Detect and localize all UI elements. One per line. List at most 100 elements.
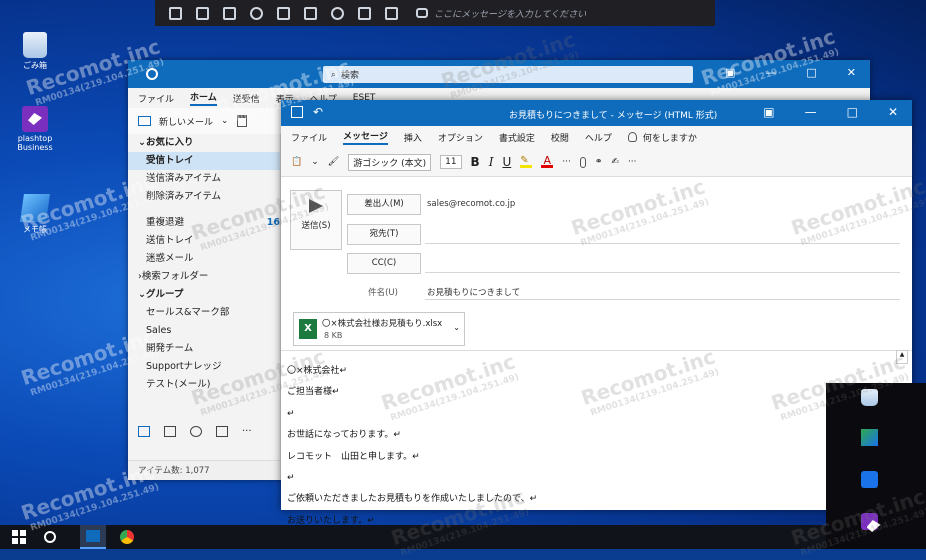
settings-icon[interactable] [385,6,398,20]
local-app[interactable] [844,471,894,490]
search-icon[interactable] [44,531,56,543]
message-body[interactable]: 〇×株式会社↵ ご担当者様↵ ↵ お世話になっております。↵ レコモット 山田と… [287,361,537,532]
record-icon[interactable] [331,6,344,20]
tab-format[interactable]: 書式設定 [499,131,535,144]
maximize-icon[interactable]: □ [806,66,816,79]
fullscreen-icon[interactable] [277,6,290,20]
more-format-icon[interactable]: ··· [562,157,571,167]
folder-junk[interactable]: 迷惑メール [128,250,280,268]
ribbon-display-icon[interactable]: ▣ [763,105,774,119]
body-line: ↵ [287,473,295,484]
tell-me-search[interactable]: 何をしますか [643,131,697,144]
more-icon[interactable]: ··· [242,426,252,437]
format-painter-icon[interactable]: 🖌 [328,157,339,167]
new-mail-button[interactable]: 新しいメール [159,115,213,128]
ribbon-display-icon[interactable]: ▣ [725,66,735,79]
tab-message[interactable]: メッセージ [343,129,388,145]
underline-icon[interactable]: U [502,155,511,169]
link-icon[interactable]: ⚭ [595,157,603,167]
local-recycle-bin[interactable] [844,389,894,408]
tab-review[interactable]: 校閲 [551,131,569,144]
tab-home[interactable]: ホーム [190,90,217,106]
desktop-icon-notepad[interactable]: メモ帳 [5,194,65,235]
folder-outbox[interactable]: 送信トレイ [128,232,280,250]
maximize-icon[interactable]: □ [847,105,858,119]
status-bar: アイテム数: 1,077 [128,460,280,480]
italic-icon[interactable]: I [489,155,494,169]
folder-deleted[interactable]: 削除済みアイテム [128,188,280,206]
tab-file[interactable]: ファイル [291,131,327,144]
send-button[interactable]: 送信(S) [290,190,342,250]
tab-send-receive[interactable]: 送受信 [233,92,260,105]
display-icon[interactable] [223,6,236,20]
search-icon: ⌕ [331,69,337,80]
group-item[interactable]: セールス&マーク部 [128,304,280,322]
paste-icon[interactable]: 📋 [291,157,302,167]
font-size-select[interactable]: 11 [440,155,462,169]
minimize-icon[interactable]: — [805,105,817,119]
cc-input[interactable] [425,272,900,273]
desktop-icon-splashtop[interactable]: plashtop Business [5,106,65,152]
group-item[interactable]: テスト(メール) [128,376,280,394]
file-transfer-icon[interactable] [358,6,371,20]
attachment-chip[interactable]: X 〇×株式会社様お見積もり.xlsx 8 KB ⌄ [293,312,465,346]
cc-button[interactable]: CC(C) [347,253,421,274]
more-icon[interactable]: ··· [628,157,637,167]
group-item[interactable]: Supportナレッジ [128,358,280,376]
tab-help[interactable]: ヘルプ [585,131,612,144]
switch-screen-icon[interactable] [196,6,209,20]
view-icon[interactable] [250,6,263,20]
windows-start-icon[interactable] [12,530,26,544]
send-receive-icon[interactable] [146,68,158,80]
groups-header[interactable]: ⌄グループ [128,286,280,304]
chevron-down-icon[interactable]: ⌄ [221,116,229,126]
chevron-down-icon[interactable]: ⌄ [453,323,460,332]
chrome-icon[interactable] [120,530,134,544]
local-app[interactable] [844,429,894,448]
to-input[interactable] [425,243,900,244]
tasks-icon[interactable] [216,426,228,437]
people-icon[interactable] [190,426,202,437]
desktop-icon-recycle-bin[interactable]: ごみ箱 [5,32,65,71]
from-button[interactable]: 差出人(M) [347,194,421,215]
search-box[interactable]: ⌕ 検索 [323,66,693,83]
group-item[interactable]: 開発チーム [128,340,280,358]
tab-file[interactable]: ファイル [138,92,174,105]
folder-sent[interactable]: 送信済みアイテム [128,170,280,188]
scale-icon[interactable] [304,6,317,20]
subject-input[interactable]: お見積もりにつきまして [427,286,520,298]
send-label: 送信(S) [301,221,331,231]
highlight-icon[interactable]: ✎ [520,156,533,168]
font-color-icon[interactable]: A [541,155,554,168]
chevron-down-icon[interactable]: ⌄ [311,157,319,167]
scroll-up-icon[interactable]: ▲ [896,350,908,364]
folder-inbox[interactable]: 受信トレイ [128,152,280,170]
monitor-icon[interactable] [169,6,182,20]
taskbar-outlook[interactable] [80,525,106,549]
calendar-icon[interactable] [164,426,176,437]
body-line: ご担当者様↵ [287,387,340,398]
to-button[interactable]: 宛先(T) [347,224,421,245]
send-icon [309,199,323,213]
close-icon[interactable]: ✕ [847,66,856,79]
font-name-select[interactable]: 游ゴシック (本文) [348,153,432,171]
minimize-icon[interactable]: — [765,66,776,79]
favorites-header[interactable]: ⌄お気に入り [128,134,280,152]
undo-icon[interactable]: ↶ [313,105,323,119]
delete-icon[interactable] [236,115,247,127]
tab-insert[interactable]: 挿入 [404,131,422,144]
chat-message-field[interactable]: ここにメッセージを入力してください [416,7,586,20]
mail-icon[interactable] [138,426,150,437]
bold-icon[interactable]: B [471,155,480,169]
search-folders[interactable]: ›検索フォルダー [128,268,280,286]
save-icon[interactable] [291,106,303,118]
signature-icon[interactable]: ✍ [611,157,619,167]
message-title-bar: ↶ お見積もりにつきまして - メッセージ (HTML 形式) ▣ — □ ✕ [281,100,912,126]
close-icon[interactable]: ✕ [888,105,898,119]
local-splashtop[interactable] [844,513,894,532]
tab-options[interactable]: オプション [438,131,483,144]
group-item[interactable]: Sales [128,322,280,340]
folder-duplicates[interactable]: 重複退避 16 [128,214,280,232]
attach-icon[interactable] [579,156,586,168]
zoom-app-icon [860,471,878,488]
